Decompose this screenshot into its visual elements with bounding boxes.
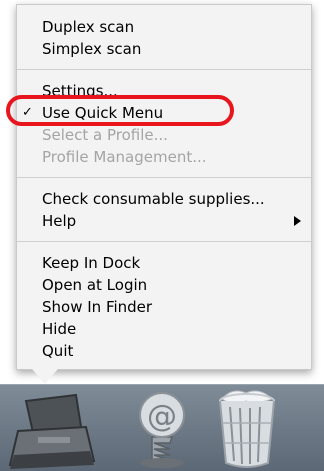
menu-item-label: Open at Login	[42, 276, 148, 294]
svg-text:@: @	[147, 399, 177, 434]
mail-icon[interactable]: @	[130, 389, 194, 469]
dock: @	[0, 384, 324, 471]
trash-icon[interactable]	[212, 387, 282, 469]
menu-item-label: Select a Profile...	[42, 126, 168, 144]
menu-item-quit[interactable]: Quit	[17, 340, 311, 362]
scanner-icon[interactable]	[4, 391, 98, 471]
menu-item-label: Help	[42, 212, 77, 230]
submenu-arrow-icon	[294, 216, 301, 226]
menu-item-show-in-finder[interactable]: Show In Finder	[17, 296, 311, 318]
menu-item-check-consumable-supplies[interactable]: Check consumable supplies...	[17, 188, 311, 210]
menu-item-hide[interactable]: Hide	[17, 318, 311, 340]
menu-item-profile-management: Profile Management...	[17, 146, 311, 168]
menu-item-duplex-scan[interactable]: Duplex scan	[17, 16, 311, 38]
menu-item-keep-in-dock[interactable]: Keep In Dock	[17, 252, 311, 274]
menu-item-use-quick-menu[interactable]: ✓ Use Quick Menu	[17, 102, 311, 124]
menu-item-label: Hide	[42, 320, 77, 338]
menu-item-label: Keep In Dock	[42, 254, 141, 272]
menu-separator	[17, 177, 311, 178]
menu-item-label: Check consumable supplies...	[42, 190, 265, 208]
menu-pointer-arrow	[32, 369, 58, 384]
menu-item-label: Quit	[42, 342, 74, 360]
menu-item-select-a-profile: Select a Profile...	[17, 124, 311, 146]
menu-item-label: Show In Finder	[42, 298, 153, 316]
menu-item-label: Profile Management...	[42, 148, 207, 166]
menu-item-settings[interactable]: Settings...	[17, 80, 311, 102]
checkmark-icon: ✓	[22, 105, 33, 120]
menu-item-label: Simplex scan	[42, 40, 142, 58]
menu-separator	[17, 69, 311, 70]
menu-separator	[17, 241, 311, 242]
menu-item-help[interactable]: Help	[17, 210, 311, 232]
menu-item-label: Duplex scan	[42, 18, 135, 36]
menu-item-label: Use Quick Menu	[42, 104, 164, 122]
menu-item-label: Settings...	[42, 82, 118, 100]
menu-item-open-at-login[interactable]: Open at Login	[17, 274, 311, 296]
dock-context-menu: Duplex scan Simplex scan Settings... ✓ U…	[16, 4, 312, 370]
menu-item-simplex-scan[interactable]: Simplex scan	[17, 38, 311, 60]
